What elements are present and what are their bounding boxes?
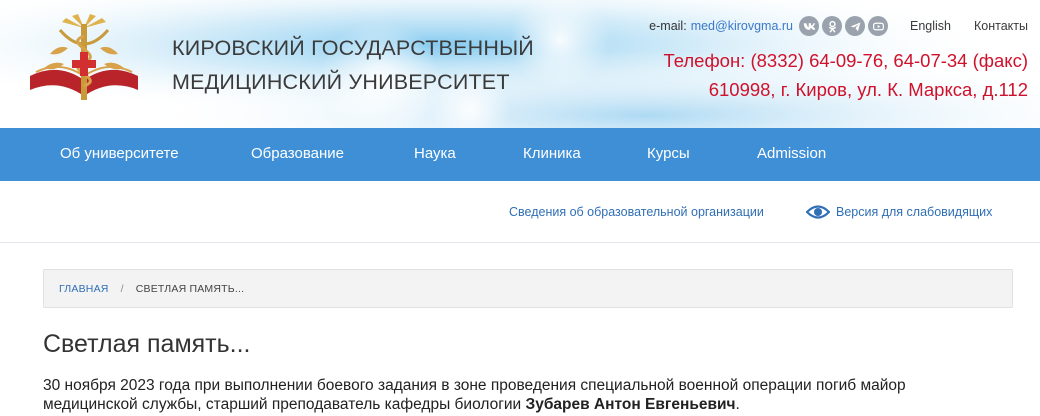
- youtube-icon[interactable]: [868, 16, 888, 36]
- nav-item-admission[interactable]: Admission: [757, 128, 826, 181]
- vk-icon[interactable]: [799, 16, 819, 36]
- odnoklassniki-icon[interactable]: [822, 16, 842, 36]
- secondary-links: Сведения об образовательной организации …: [0, 181, 1040, 243]
- article-text-intro: 30 ноября 2023 года при выполнении боево…: [43, 377, 906, 413]
- social-links: [799, 16, 888, 36]
- site-header: КИРОВСКИЙ ГОСУДАРСТВЕННЫЙ МЕДИЦИНСКИЙ УН…: [0, 0, 1040, 128]
- english-link[interactable]: English: [910, 19, 951, 33]
- telegram-icon[interactable]: [845, 16, 865, 36]
- low-vision-link[interactable]: Версия для слабовидящих: [836, 205, 992, 219]
- article-person-name: Зубарев Антон Евгеньевич: [525, 396, 736, 413]
- nav-item-about[interactable]: Об университете: [60, 128, 179, 181]
- contacts-link[interactable]: Контакты: [974, 19, 1028, 33]
- university-name-line2: МЕДИЦИНСКИЙ УНИВЕРСИТЕТ: [172, 70, 510, 94]
- top-bar: e-mail: med@kirovgma.ru English Контакты: [649, 16, 1028, 36]
- breadcrumb-separator: /: [120, 282, 124, 295]
- phone-text: Телефон: (8332) 64-09-76, 64-07-34 (факс…: [663, 50, 1028, 71]
- nav-item-education[interactable]: Образование: [251, 128, 344, 181]
- article-text: 30 ноября 2023 года при выполнении боево…: [43, 376, 1003, 414]
- main-nav: Об университете Образование Наука Клиник…: [0, 128, 1040, 181]
- org-info-link[interactable]: Сведения об образовательной организации: [509, 205, 764, 219]
- contact-info: Телефон: (8332) 64-09-76, 64-07-34 (факс…: [663, 46, 1028, 104]
- university-logo[interactable]: [22, 14, 146, 108]
- page-title: Светлая память...: [43, 330, 251, 358]
- university-name[interactable]: КИРОВСКИЙ ГОСУДАРСТВЕННЫЙ МЕДИЦИНСКИЙ УН…: [172, 31, 534, 99]
- nav-item-science[interactable]: Наука: [414, 128, 456, 181]
- university-name-line1: КИРОВСКИЙ ГОСУДАРСТВЕННЫЙ: [172, 36, 534, 60]
- nav-item-clinic[interactable]: Клиника: [523, 128, 581, 181]
- email-label: e-mail:: [649, 19, 687, 33]
- eye-icon[interactable]: [806, 202, 830, 222]
- article-text-end: .: [735, 396, 740, 413]
- breadcrumb: ГЛАВНАЯ / СВЕТЛАЯ ПАМЯТЬ...: [43, 269, 1013, 308]
- address-text: 610998, г. Киров, ул. К. Маркса, д.112: [708, 79, 1028, 100]
- nav-item-courses[interactable]: Курсы: [647, 128, 690, 181]
- breadcrumb-home[interactable]: ГЛАВНАЯ: [59, 283, 109, 295]
- breadcrumb-current: СВЕТЛАЯ ПАМЯТЬ...: [135, 282, 245, 295]
- email-link[interactable]: med@kirovgma.ru: [691, 19, 793, 33]
